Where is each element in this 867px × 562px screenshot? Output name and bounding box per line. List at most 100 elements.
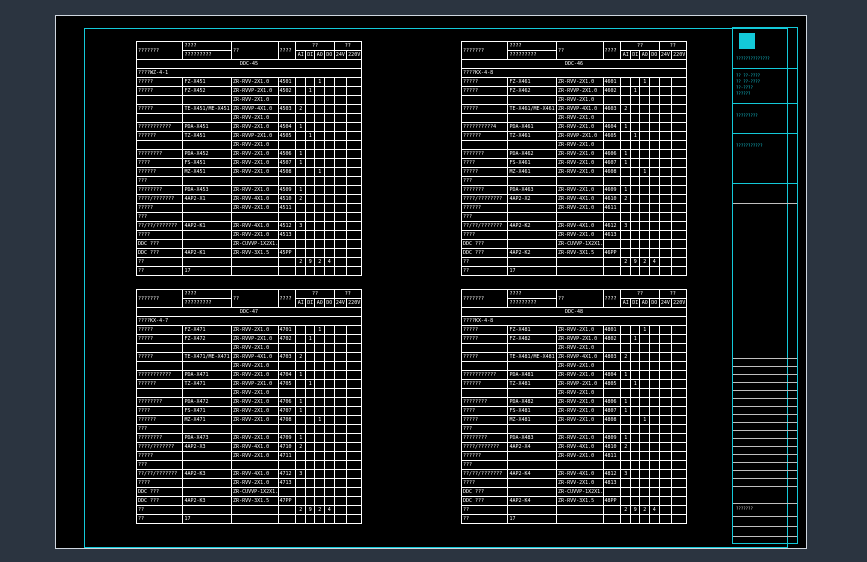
table-cell bbox=[648, 167, 660, 177]
table-cell bbox=[333, 176, 348, 186]
table-row: ???? ZR-RVV-2X1.0 4713 bbox=[135, 478, 362, 488]
table-cell bbox=[658, 460, 673, 470]
table-row: ????/??????? 4AP2-X1 ZR-RVV-4X1.0 4510 2 bbox=[135, 194, 362, 204]
table-cell: 1 bbox=[304, 334, 316, 344]
table-cell bbox=[277, 460, 297, 470]
table-cell bbox=[639, 343, 650, 353]
table-cell bbox=[658, 478, 673, 488]
table-cell bbox=[333, 406, 348, 416]
table-cell bbox=[333, 221, 348, 231]
table-cell bbox=[620, 343, 631, 353]
table-cell bbox=[323, 397, 335, 407]
table-cell bbox=[658, 266, 673, 276]
header-cell: ?? bbox=[295, 289, 335, 299]
table-cell: ??? bbox=[135, 212, 184, 222]
table-cell: 1 bbox=[295, 433, 306, 443]
table-cell: ?????? bbox=[460, 451, 509, 461]
table-cell bbox=[346, 433, 362, 443]
table-cell bbox=[314, 478, 325, 488]
table-cell bbox=[333, 514, 348, 524]
header-cell: 220V bbox=[671, 50, 687, 60]
table-row: ?? 2 9 2 4 bbox=[135, 257, 362, 267]
table-cell bbox=[648, 415, 660, 425]
header-cell: AI bbox=[295, 50, 306, 60]
table-cell bbox=[671, 433, 687, 443]
table-cell: ?? bbox=[135, 266, 184, 276]
table-cell: DDC ??? bbox=[135, 487, 184, 497]
table-cell bbox=[314, 248, 325, 258]
table-cell: FS-X461 bbox=[507, 158, 558, 168]
table-cell bbox=[304, 95, 316, 105]
table-cell bbox=[658, 469, 673, 479]
table-cell bbox=[182, 424, 233, 434]
table-cell bbox=[346, 176, 362, 186]
table-cell bbox=[314, 86, 325, 96]
table-cell bbox=[671, 334, 687, 344]
table-cell bbox=[620, 167, 631, 177]
table-cell bbox=[629, 149, 641, 159]
table-cell bbox=[639, 86, 650, 96]
table-cell bbox=[314, 194, 325, 204]
table-row: ????? FZ-X451 ZR-RVV-2X1.0 4501 1 bbox=[135, 77, 362, 87]
table-cell: ????? bbox=[460, 325, 509, 335]
table-cell: PDA-X462 bbox=[507, 149, 558, 159]
tb-divider bbox=[733, 382, 797, 383]
table-cell bbox=[333, 397, 348, 407]
table-cell: 1 bbox=[629, 334, 641, 344]
table-cell: 1 bbox=[295, 406, 306, 416]
table-cell: FZ-X451 bbox=[182, 77, 233, 87]
tb-divider bbox=[733, 133, 797, 134]
header-cell: ??????? bbox=[135, 289, 184, 308]
table-cell: 1 bbox=[620, 122, 631, 132]
table-cell bbox=[671, 478, 687, 488]
project-name: ????????? bbox=[736, 113, 758, 118]
table-cell bbox=[333, 505, 348, 515]
table-row: ????? FZ-X462 ZR-RVVP-2X1.0 4602 1 bbox=[460, 86, 687, 96]
table-cell bbox=[314, 514, 325, 524]
table-cell: 2 bbox=[314, 505, 325, 515]
table-cell bbox=[314, 352, 325, 362]
table-cell bbox=[323, 442, 335, 452]
table-cell bbox=[346, 469, 362, 479]
table-cell: TZ-X481 bbox=[507, 379, 558, 389]
table-cell bbox=[639, 433, 650, 443]
table-cell: DDC ??? bbox=[135, 239, 184, 249]
tb-divider bbox=[733, 478, 797, 479]
table-cell bbox=[277, 212, 297, 222]
table-cell bbox=[556, 424, 604, 434]
table-cell: ????? bbox=[135, 334, 184, 344]
table-cell bbox=[648, 487, 660, 497]
table-cell bbox=[658, 334, 673, 344]
header-cell: AO bbox=[639, 50, 650, 60]
table-cell: FS-X451 bbox=[182, 158, 233, 168]
table-cell bbox=[460, 140, 509, 150]
table-cell bbox=[346, 131, 362, 141]
table-cell bbox=[629, 424, 641, 434]
table-cell bbox=[648, 388, 660, 398]
table-cell bbox=[304, 221, 316, 231]
table-cell: ZR-RVV-2X1.0 bbox=[556, 149, 604, 159]
table-cell bbox=[304, 149, 316, 159]
table-cell: 1 bbox=[629, 131, 641, 141]
table-cell: ????? bbox=[135, 77, 184, 87]
table-cell bbox=[314, 406, 325, 416]
table-cell: ZR-RVV-2X1.0 bbox=[556, 397, 604, 407]
table-cell: ?????? bbox=[135, 415, 184, 425]
table-cell bbox=[658, 397, 673, 407]
table-cell bbox=[620, 176, 631, 186]
table-cell: ZR-RVV-4X1.0 bbox=[231, 469, 279, 479]
panel-title: DDC-48 bbox=[461, 307, 687, 317]
table-cell: ZR-RVV-4X1.0 bbox=[556, 194, 604, 204]
table-cell bbox=[671, 469, 687, 479]
company-name: ?????????????? bbox=[736, 56, 770, 61]
table-cell: ZR-RVV-2X1.0 bbox=[231, 415, 279, 425]
table-cell: TE-X471/ME-X471 bbox=[182, 352, 233, 362]
table-cell: 1 bbox=[620, 158, 631, 168]
table-cell bbox=[295, 424, 306, 434]
table-cell: ZR-RVV-2X1.0 bbox=[556, 158, 604, 168]
table-cell bbox=[620, 451, 631, 461]
table-cell bbox=[671, 77, 687, 87]
table-cell bbox=[323, 104, 335, 114]
table-cell: ZR-RVV-2X1.0 bbox=[556, 113, 604, 123]
table-cell bbox=[304, 397, 316, 407]
